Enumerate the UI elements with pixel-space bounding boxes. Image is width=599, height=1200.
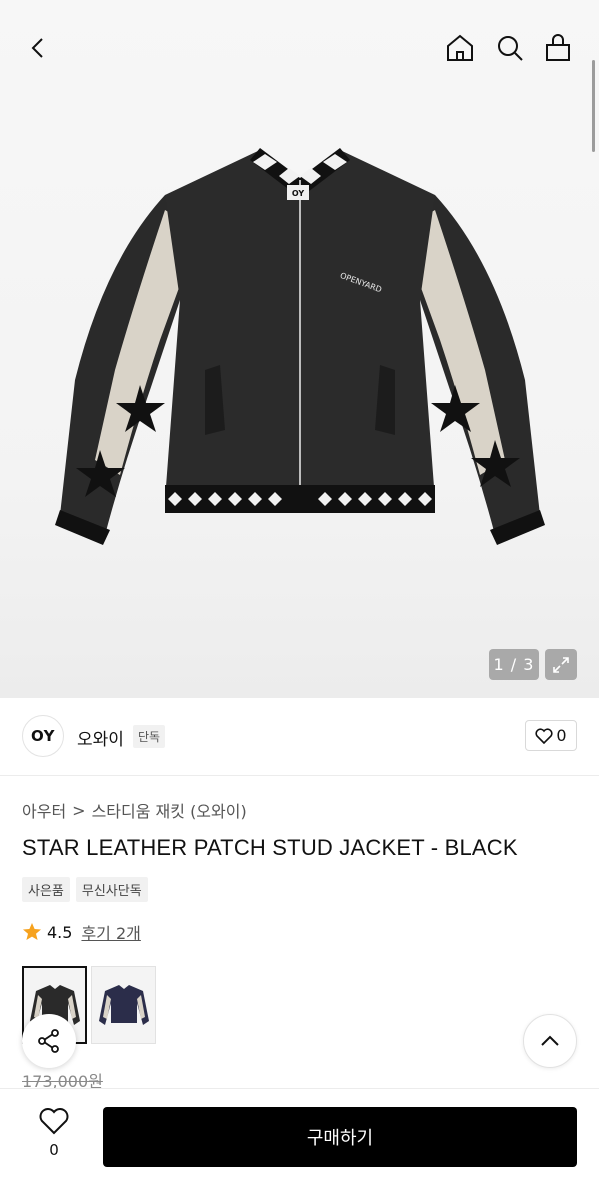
product-title: STAR LEATHER PATCH STUD JACKET - BLACK [22, 835, 518, 860]
jacket-logo-text: OY [292, 189, 305, 198]
breadcrumb-separator: > [72, 800, 86, 820]
heart-icon [39, 1108, 69, 1135]
wishlist-count: 0 [49, 1141, 59, 1159]
search-button[interactable] [492, 30, 528, 66]
brand-row: OY 오와이 단독 0 [0, 698, 599, 776]
chevron-up-icon [541, 1035, 559, 1046]
breadcrumb-category[interactable]: 아우터 [22, 798, 66, 822]
top-navigation-bar [0, 0, 599, 96]
search-icon [498, 36, 523, 61]
expand-image-button[interactable] [545, 649, 577, 680]
tag-exclusive: 무신사단독 [75, 877, 148, 902]
scroll-top-button[interactable] [523, 1014, 577, 1068]
color-option-navy[interactable] [91, 966, 156, 1044]
brand-logo[interactable]: OY [22, 715, 64, 757]
rating-row: 4.5 후기 2개 [22, 920, 141, 944]
brand-like-count: 0 [556, 726, 567, 745]
review-link[interactable]: 후기 2개 [81, 920, 140, 944]
image-counter: 1 / 3 [489, 649, 539, 680]
share-icon [38, 1029, 59, 1053]
brand-name[interactable]: 오와이 [77, 725, 124, 750]
shopping-bag-icon [546, 34, 570, 61]
product-image-gallery[interactable]: OY OPENYARD 1 / 3 [0, 0, 599, 698]
chevron-left-icon [31, 38, 43, 58]
back-button[interactable] [20, 30, 56, 66]
exclusive-badge: 단독 [133, 725, 166, 748]
expand-icon [553, 656, 569, 673]
rating-value: 4.5 [47, 922, 73, 942]
product-image: OY OPENYARD [55, 148, 545, 545]
star-icon [23, 923, 41, 940]
shopping-bag-button[interactable] [540, 30, 576, 66]
wishlist-button[interactable]: 0 [30, 1107, 78, 1159]
heart-icon [535, 727, 553, 744]
brand-like-button[interactable]: 0 [525, 720, 577, 751]
bottom-action-bar: 0 구매하기 [0, 1088, 599, 1200]
home-button[interactable] [442, 30, 478, 66]
breadcrumb-subcategory[interactable]: 스타디움 재킷 (오와이) [92, 798, 247, 822]
thumbnail-navy-jacket [98, 985, 149, 1025]
share-button[interactable] [22, 1014, 76, 1068]
product-tags: 사은품 무신사단독 [22, 877, 148, 902]
home-icon [447, 34, 473, 61]
buy-button[interactable]: 구매하기 [103, 1107, 577, 1167]
breadcrumb: 아우터 > 스타디움 재킷 (오와이) [22, 798, 247, 822]
tag-gift: 사은품 [22, 877, 70, 902]
